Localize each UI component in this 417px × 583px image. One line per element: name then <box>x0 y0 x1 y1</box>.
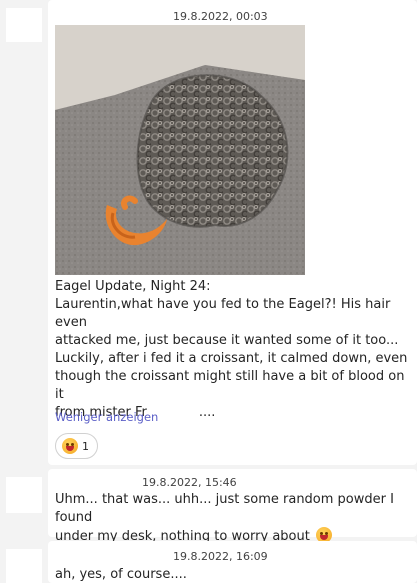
message-image[interactable] <box>55 25 305 275</box>
wig-photo <box>55 25 305 275</box>
show-less-link[interactable]: Weniger anzeigen <box>55 410 158 424</box>
message-line: ah, yes, of course.... <box>55 567 187 582</box>
avatar[interactable] <box>6 8 42 42</box>
message-line: though the croissant might still have a … <box>55 369 405 402</box>
avatar[interactable] <box>6 477 42 513</box>
sender-name <box>56 10 166 24</box>
chat-message: 19.8.2022, 15:46 Uhm... that was... uhh.… <box>0 469 417 544</box>
reaction-button[interactable]: 1 <box>55 433 98 459</box>
message-body: Uhm... that was... uhh... just some rand… <box>55 491 410 546</box>
message-timestamp: 19.8.2022, 00:03 <box>173 10 268 23</box>
grinning-squinting-face-icon <box>62 438 78 454</box>
reaction-count: 1 <box>82 439 89 453</box>
sender-name <box>56 550 166 564</box>
message-line: Uhm... that was... uhh... just some rand… <box>55 492 394 525</box>
message-line: Laurentin,what have you fed to the Eagel… <box>55 297 391 330</box>
chat-message: 19.8.2022, 00:03 Eagel Update, Night 24:… <box>0 0 417 465</box>
sender-name <box>56 476 134 490</box>
message-timestamp: 19.8.2022, 16:09 <box>173 550 268 563</box>
message-line-suffix: .... <box>198 405 216 420</box>
avatar[interactable] <box>6 549 42 583</box>
message-body: Eagel Update, Night 24: Laurentin,what h… <box>55 278 410 422</box>
message-timestamp: 19.8.2022, 15:46 <box>142 476 237 489</box>
chat-message: 19.8.2022, 16:09 ah, yes, of course.... <box>0 541 417 583</box>
message-line: Luckily, after i fed it a croissant, it … <box>55 351 408 366</box>
message-line: attacked me, just because it wanted some… <box>55 333 399 348</box>
message-body: ah, yes, of course.... <box>55 566 410 583</box>
message-line: Eagel Update, Night 24: <box>55 279 211 294</box>
